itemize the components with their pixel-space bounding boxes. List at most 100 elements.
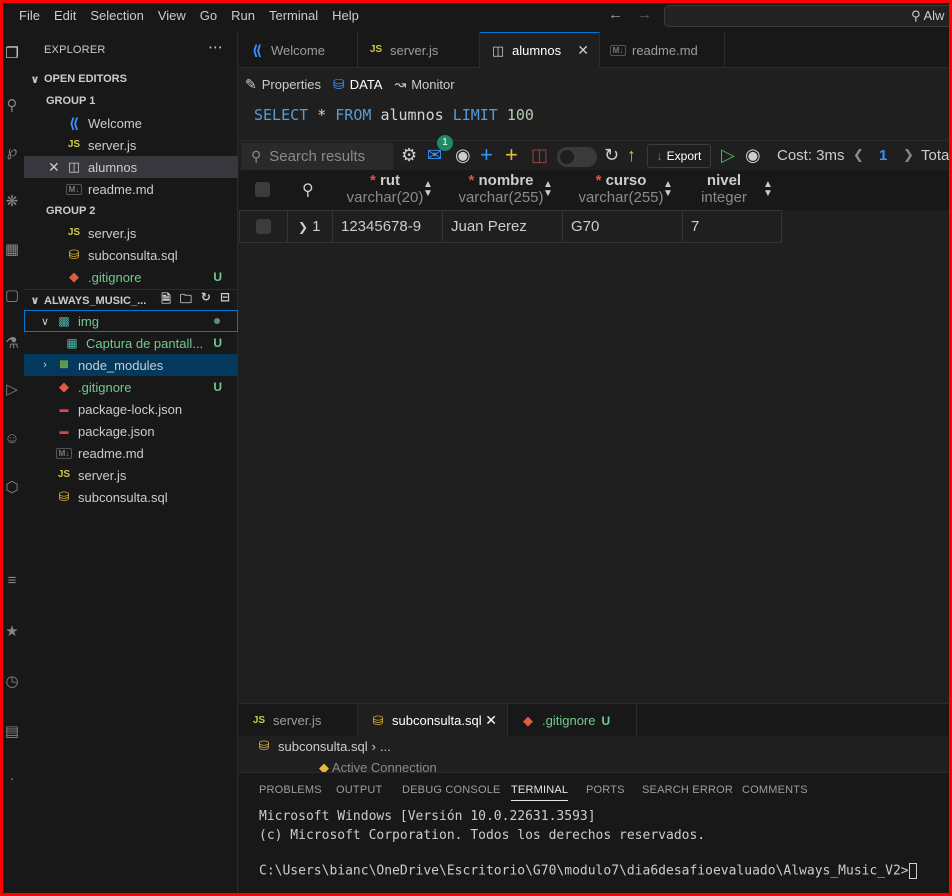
select-all-checkbox[interactable]	[255, 182, 270, 197]
open-editor-alumnos[interactable]: ✕ ◫ alumnos	[24, 156, 238, 178]
files-icon[interactable]: ❐	[3, 44, 21, 62]
sort-icon[interactable]: ▲ ▼	[543, 180, 553, 199]
tree-file-subconsulta[interactable]: ⛁ subconsulta.sql	[24, 486, 238, 508]
chevron-right-icon[interactable]: ❯	[903, 147, 914, 163]
tab-data[interactable]: ⛁ DATA	[327, 76, 388, 93]
forward-arrow-icon[interactable]: →	[637, 6, 652, 23]
run-icon[interactable]: ▷	[3, 380, 21, 398]
page-number[interactable]: 1	[879, 147, 887, 164]
open-editor-server[interactable]: JS server.js	[24, 134, 238, 156]
menu-terminal[interactable]: Terminal	[262, 0, 325, 32]
row-checkbox[interactable]	[256, 219, 271, 234]
search-results-input[interactable]: ⚲ Search results	[241, 143, 393, 170]
menu-go[interactable]: Go	[193, 0, 224, 32]
column-header-rut[interactable]: * rut varchar(20)	[339, 172, 431, 206]
open-editor-subconsulta[interactable]: ⛁ subconsulta.sql	[24, 244, 238, 266]
menu-view[interactable]: View	[151, 0, 193, 32]
sort-icon[interactable]: ▲ ▼	[423, 180, 433, 199]
cell-rut[interactable]: 12345678-9	[333, 211, 443, 242]
panel-tab-debug-console[interactable]: DEBUG CONSOLE	[402, 784, 501, 796]
testing-icon[interactable]: ⚗	[3, 334, 21, 352]
sort-icon[interactable]: ▲ ▼	[663, 180, 673, 199]
remote-explorer-icon[interactable]: ▢	[3, 286, 21, 304]
more-icon[interactable]: ·	[3, 770, 21, 788]
tree-file-package[interactable]: ▬ package.json	[24, 420, 238, 442]
cell-curso[interactable]: G70	[563, 211, 683, 242]
tab-server-bottom[interactable]: JS server.js	[239, 704, 358, 737]
refresh-icon[interactable]: ↻	[201, 290, 211, 311]
open-editor-server-2[interactable]: JS server.js	[24, 222, 238, 244]
menu-help[interactable]: Help	[325, 0, 366, 32]
timeline-icon[interactable]: ◷	[3, 672, 21, 690]
cell-nombre[interactable]: Juan Perez	[443, 211, 563, 242]
tab-readme[interactable]: M↓ readme.md	[600, 32, 725, 68]
new-folder-icon[interactable]: 🗀	[180, 290, 192, 311]
table-row[interactable]: ❯ 1 12345678-9 Juan Perez G70 7	[239, 210, 782, 243]
tree-folder-node-modules[interactable]: › ▩ node_modules	[24, 354, 238, 376]
open-editor-welcome[interactable]: ⟪ Welcome	[24, 112, 238, 134]
menu-file[interactable]: File	[12, 0, 47, 32]
database-icon[interactable]: ⬡	[3, 478, 21, 496]
tree-icon[interactable]: ≡	[3, 572, 21, 590]
trash-icon[interactable]: ◫	[531, 145, 548, 166]
more-actions-icon[interactable]: ⋯	[208, 38, 223, 56]
back-arrow-icon[interactable]: ←	[608, 6, 623, 23]
menu-run[interactable]: Run	[224, 0, 262, 32]
panel-tab-output[interactable]: OUTPUT	[336, 784, 382, 796]
tab-properties[interactable]: ✎ Properties	[239, 76, 327, 93]
edit-toggle[interactable]	[557, 147, 597, 167]
column-header-nivel[interactable]: nivel integer	[689, 172, 759, 206]
export-button[interactable]: ↓ Export	[647, 144, 711, 168]
panel-tab-search-error[interactable]: SEARCH ERROR	[642, 784, 733, 796]
collapse-all-icon[interactable]: ⊟	[220, 290, 230, 311]
extensions-icon[interactable]: ▦	[3, 240, 21, 258]
chevron-left-icon[interactable]: ❮	[853, 147, 864, 163]
account-icon[interactable]: ☺	[3, 430, 21, 448]
tree-file-gitignore[interactable]: ◆ .gitignore U	[24, 376, 238, 398]
gear-icon[interactable]: ⚙	[401, 145, 417, 166]
tab-gitignore[interactable]: ◆ .gitignore U	[508, 704, 637, 737]
open-editor-gitignore[interactable]: ◆ .gitignore U	[24, 266, 238, 288]
row-index-cell[interactable]: ❯ 1	[288, 211, 333, 242]
tab-subconsulta[interactable]: ⛁ subconsulta.sql ✕	[358, 704, 508, 737]
menu-edit[interactable]: Edit	[47, 0, 83, 32]
column-header-curso[interactable]: * curso varchar(255)	[569, 172, 673, 206]
close-icon[interactable]: ✕	[48, 159, 66, 176]
arrow-up-icon[interactable]: ↑	[627, 145, 636, 166]
panel-tab-terminal[interactable]: TERMINAL	[511, 784, 569, 801]
notes-icon[interactable]: ▤	[3, 722, 21, 740]
open-editors-header[interactable]: ∨ OPEN EDITORS	[24, 68, 238, 90]
refresh-icon[interactable]: ↻	[604, 145, 619, 166]
sort-icon[interactable]: ▲ ▼	[763, 180, 773, 199]
tab-monitor[interactable]: ↝ Monitor	[388, 76, 460, 93]
source-control-icon[interactable]: ℘	[3, 142, 21, 160]
tab-server[interactable]: JS server.js	[358, 32, 480, 68]
panel-tab-comments[interactable]: COMMENTS	[742, 784, 808, 796]
terminal-prompt[interactable]: C:\Users\bianc\OneDrive\Escritorio\G70\m…	[259, 863, 917, 879]
run-icon[interactable]: ▷	[721, 145, 735, 166]
menu-selection[interactable]: Selection	[83, 0, 150, 32]
eye-icon[interactable]: ◉	[745, 145, 761, 166]
tree-folder-img[interactable]: ∨ ▩ img	[24, 310, 238, 332]
column-header-nombre[interactable]: * nombre varchar(255)	[449, 172, 553, 206]
open-editor-readme[interactable]: M↓ readme.md	[24, 178, 238, 200]
panel-tab-ports[interactable]: PORTS	[586, 784, 625, 796]
sql-query[interactable]: SELECT * FROM alumnos LIMIT 100	[254, 106, 534, 124]
close-icon[interactable]: ✕	[485, 712, 497, 729]
tab-welcome[interactable]: ⟪ Welcome	[239, 32, 358, 68]
project-header[interactable]: ∨ ALWAYS_MUSIC_... 🗎 🗀 ↻ ⊟	[24, 289, 238, 311]
close-icon[interactable]: ✕	[577, 42, 589, 59]
debug-icon[interactable]: ❋	[3, 192, 21, 210]
tree-file-package-lock[interactable]: ▬ package-lock.json	[24, 398, 238, 420]
add-row-icon[interactable]: +	[480, 142, 493, 168]
docker-icon[interactable]: ★	[3, 622, 21, 640]
tab-alumnos[interactable]: ◫ alumnos ✕	[480, 32, 600, 68]
tree-file-server[interactable]: JS server.js	[24, 464, 238, 486]
panel-tab-problems[interactable]: PROBLEMS	[259, 784, 322, 796]
github-icon[interactable]: ◉	[455, 145, 471, 166]
tree-file-readme[interactable]: M↓ readme.md	[24, 442, 238, 464]
tree-file-captura[interactable]: ▦ Captura de pantall... U	[24, 332, 238, 354]
add-column-icon[interactable]: +	[505, 142, 518, 168]
new-file-icon[interactable]: 🗎	[161, 290, 171, 311]
command-center[interactable]: ⚲ Alw	[664, 5, 952, 27]
